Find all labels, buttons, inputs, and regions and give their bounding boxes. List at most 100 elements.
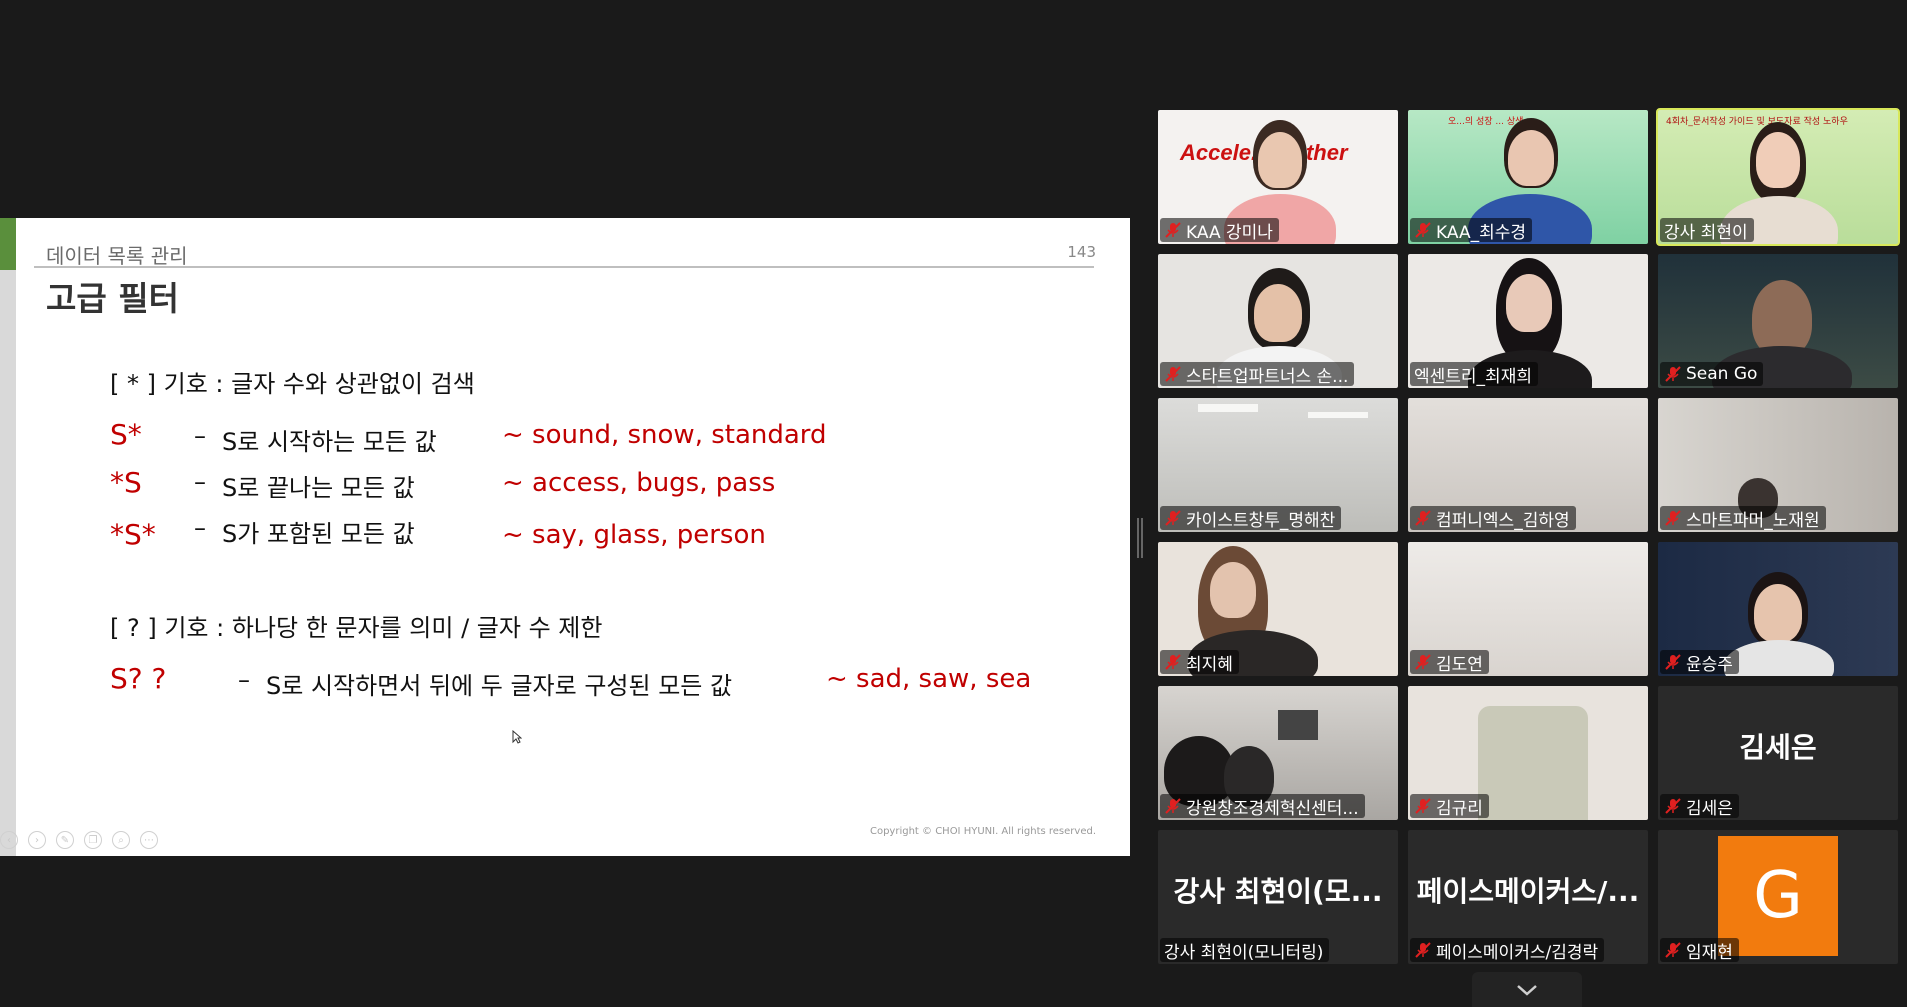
row-example: ~ say, glass, person — [502, 520, 766, 550]
participant-nameplate: 스타트업파트너스 손... — [1160, 362, 1355, 387]
participant-tile[interactable]: 컴퍼니엑스_김하영 — [1408, 398, 1648, 532]
mic-muted-icon — [1415, 654, 1431, 670]
q-row-dash: – — [238, 666, 250, 694]
participant-tile[interactable]: 윤승주 — [1658, 542, 1898, 676]
participant-tile[interactable]: 스타트업파트너스 손... — [1158, 254, 1398, 388]
shared-screen-slide: 데이터 목록 관리 143 고급 필터 [ * ] 기호 : 글자 수와 상관없… — [0, 218, 1130, 856]
mic-muted-icon — [1415, 222, 1431, 238]
participant-nameplate: KAA 강미나 — [1160, 218, 1279, 243]
participant-tile[interactable]: 카이스트창투_명해찬 — [1158, 398, 1398, 532]
mic-muted-icon — [1415, 510, 1431, 526]
row-desc: S가 포함된 모든 값 — [222, 520, 415, 548]
mic-muted-icon — [1665, 798, 1681, 814]
participant-tile[interactable]: 김세은 김세은 — [1658, 686, 1898, 820]
slide-page-number: 143 — [1067, 243, 1096, 261]
row-dash: – — [194, 468, 206, 496]
participant-nameplate: 카이스트창투_명해찬 — [1160, 506, 1342, 531]
participant-tile[interactable]: Sean Go — [1658, 254, 1898, 388]
person-face — [1210, 562, 1256, 618]
participant-nameplate: 윤승주 — [1660, 650, 1739, 675]
mic-muted-icon — [1665, 942, 1681, 958]
more-icon[interactable]: ⋯ — [140, 831, 158, 849]
mic-muted-icon — [1165, 654, 1181, 670]
participant-name: Sean Go — [1686, 364, 1758, 384]
participant-tile[interactable]: 스마트파머_노재원 — [1658, 398, 1898, 532]
row-dash: – — [194, 422, 206, 450]
mic-muted-icon — [1165, 798, 1181, 814]
participant-tile[interactable]: Accele... ...ether KAA 강미나 — [1158, 110, 1398, 244]
participant-name: 스마트파머_노재원 — [1686, 510, 1820, 531]
participant-tile[interactable]: 엑센트리_최재희 — [1408, 254, 1648, 388]
participant-nameplate: 임재현 — [1660, 938, 1739, 963]
participant-tile[interactable]: 최지혜 — [1158, 542, 1398, 676]
person-face — [1754, 584, 1802, 642]
participant-name: 강사 최현이(모니터링) — [1164, 942, 1324, 963]
video-banner-text: 4회차_문서작성 가이드 및 보도자료 작성 노하우 — [1666, 117, 1848, 127]
slide-side-bar — [0, 270, 16, 856]
person-body — [1724, 640, 1834, 676]
participant-nameplate: 페이스메이커스/김경락 — [1410, 938, 1605, 963]
slide-divider — [34, 266, 1094, 268]
participant-nameplate: 최지혜 — [1160, 650, 1239, 675]
mic-muted-icon — [1165, 222, 1181, 238]
slide-title: 고급 필터 — [46, 279, 179, 318]
prev-slide-icon[interactable]: ‹ — [0, 831, 18, 849]
person-face — [1756, 132, 1800, 188]
row-pattern: *S — [110, 466, 142, 499]
panel-resize-handle[interactable] — [1137, 518, 1143, 558]
row-example: ~ sound, snow, standard — [502, 420, 827, 450]
participant-name: 김도연 — [1436, 654, 1483, 675]
participant-tile-active-speaker[interactable]: 4회차_문서작성 가이드 및 보도자료 작성 노하우 강사 최현이 — [1656, 108, 1900, 246]
slide-toolbar: ‹ › ✎ ❐ ⌕ ⋯ — [0, 831, 158, 849]
copy-icon[interactable]: ❐ — [84, 831, 102, 849]
row-dash: – — [194, 514, 206, 542]
participant-tile[interactable]: 강원창조경제혁신센터... — [1158, 686, 1398, 820]
q-row-pattern: S? ? — [110, 662, 167, 695]
participant-tile[interactable]: 김도연 — [1408, 542, 1648, 676]
q-row-example: ~ sad, saw, sea — [826, 664, 1032, 694]
participant-tile[interactable]: 페이스메이커스/... 페이스메이커스/김경락 — [1408, 830, 1648, 964]
participant-nameplate: 김세은 — [1660, 794, 1739, 819]
row-desc: S로 시작하는 모든 값 — [222, 428, 437, 456]
zoom-meeting-window: 데이터 목록 관리 143 고급 필터 [ * ] 기호 : 글자 수와 상관없… — [0, 0, 1907, 1007]
mic-muted-icon — [1165, 366, 1181, 382]
participant-tile[interactable]: 김규리 — [1408, 686, 1648, 820]
participant-nameplate: 김도연 — [1410, 650, 1489, 675]
participant-nameplate: 엑센트리_최재희 — [1410, 362, 1538, 387]
mic-muted-icon — [1415, 942, 1431, 958]
person-face — [1258, 132, 1302, 188]
participant-nameplate: 컴퍼니엑스_김하영 — [1410, 506, 1576, 531]
participant-big-name: 페이스메이커스/... — [1416, 875, 1640, 908]
participant-big-name: 김세은 — [1739, 731, 1817, 764]
q-row-desc: S로 시작하면서 뒤에 두 글자로 구성된 모든 값 — [266, 672, 733, 700]
participant-name: 김규리 — [1436, 798, 1483, 819]
participant-nameplate: 강사 최현이(모니터링) — [1160, 938, 1330, 963]
slide-accent-bar — [0, 218, 16, 270]
participant-tile[interactable]: 강사 최현이(모... 강사 최현이(모니터링) — [1158, 830, 1398, 964]
person-face — [1508, 130, 1554, 186]
person-face — [1506, 274, 1552, 332]
pen-icon[interactable]: ✎ — [56, 831, 74, 849]
participant-name: 최지혜 — [1186, 654, 1233, 675]
next-slide-icon[interactable]: › — [28, 831, 46, 849]
participant-name: 김세은 — [1686, 798, 1733, 819]
participant-nameplate: 강원창조경제혁신센터... — [1160, 794, 1365, 819]
office-monitor — [1278, 710, 1318, 740]
mic-muted-icon — [1665, 366, 1681, 382]
participant-tile[interactable]: G 임재현 — [1658, 830, 1898, 964]
participant-name: 윤승주 — [1686, 654, 1733, 675]
ceiling-light — [1308, 412, 1368, 418]
participant-name: 강원창조경제혁신센터... — [1186, 798, 1359, 819]
slide-copyright: Copyright © CHOI HYUNI. All rights reser… — [869, 826, 1096, 837]
participant-nameplate: 강사 최현이 — [1660, 218, 1754, 243]
mouse-cursor-icon — [512, 729, 523, 747]
participant-tile[interactable]: 오...의 성장 ... 상생... KAA_최수경 — [1408, 110, 1648, 244]
chevron-down-icon — [1517, 984, 1537, 996]
participant-nameplate: 스마트파머_노재원 — [1660, 506, 1826, 531]
participant-name: 강사 최현이 — [1664, 222, 1748, 243]
person-face — [1254, 284, 1302, 342]
gallery-scroll-down-button[interactable] — [1472, 972, 1582, 1007]
mic-muted-icon — [1665, 654, 1681, 670]
zoom-icon[interactable]: ⌕ — [112, 831, 130, 849]
mic-muted-icon — [1665, 510, 1681, 526]
